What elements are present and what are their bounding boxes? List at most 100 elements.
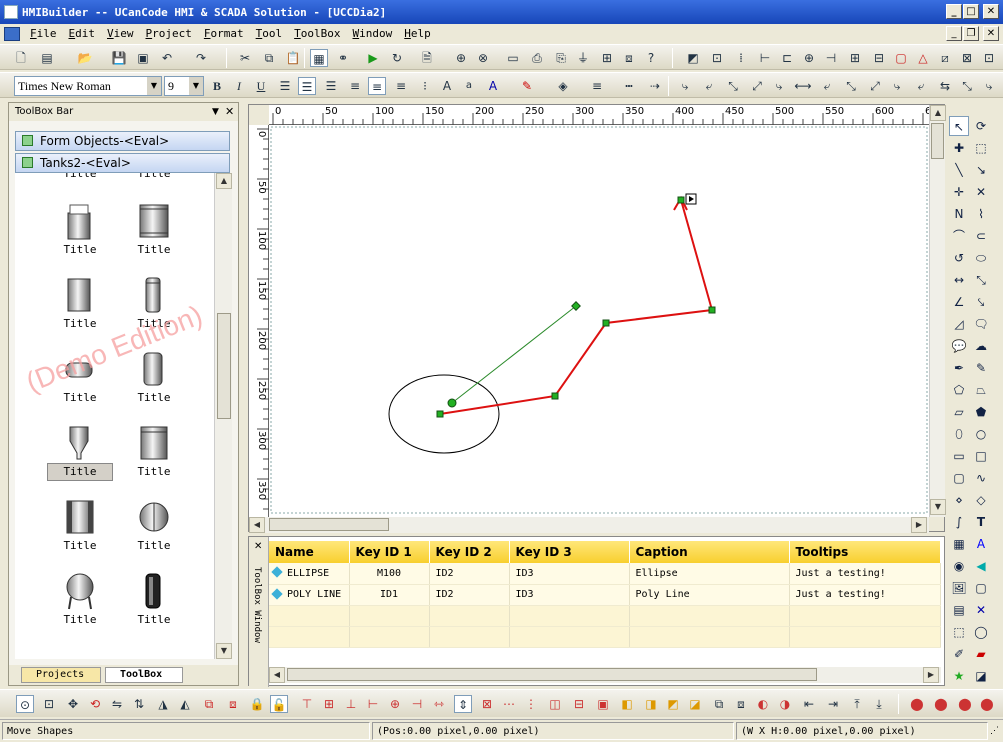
connector-5-icon[interactable]: ⤷ bbox=[770, 77, 788, 95]
align-left-edge-icon[interactable]: ⊢ bbox=[756, 49, 774, 67]
bring-front-icon[interactable]: ⧉ bbox=[200, 695, 218, 713]
menu-help[interactable]: Help bbox=[398, 27, 437, 40]
align-shape-icon[interactable]: ⊏ bbox=[778, 49, 796, 67]
toolbox-item[interactable]: Title bbox=[121, 271, 187, 343]
menu-format[interactable]: Format bbox=[198, 27, 250, 40]
import-icon[interactable]: ⊕ bbox=[452, 49, 470, 67]
crop-icon[interactable]: ⧄ bbox=[936, 49, 954, 67]
line-color-icon[interactable]: ✎ bbox=[518, 77, 536, 95]
col-key3[interactable]: Key ID 3 bbox=[509, 541, 630, 563]
vertex-handle[interactable] bbox=[677, 196, 685, 204]
panel-tool-icon[interactable]: ▤ bbox=[949, 600, 969, 620]
ring-icon[interactable]: ◯ bbox=[971, 622, 991, 642]
layout-icon[interactable]: ▦ bbox=[310, 49, 328, 67]
doc-minimize-button[interactable]: _ bbox=[946, 26, 962, 41]
connector-2-icon[interactable]: ⤶ bbox=[700, 77, 718, 95]
round-rect-icon[interactable]: ▢ bbox=[949, 468, 969, 488]
vertex-handle[interactable] bbox=[551, 392, 559, 400]
align-bottom-icon[interactable]: ⊥ bbox=[342, 695, 360, 713]
triangle-left-icon[interactable]: ◀ bbox=[971, 556, 991, 576]
category-tanks2[interactable]: Tanks2-<Eval> bbox=[15, 153, 230, 173]
edit-tool-icon[interactable]: ✐ bbox=[949, 644, 969, 664]
distribute-icon[interactable]: ⊞ bbox=[846, 49, 864, 67]
copy-icon[interactable]: ⧉ bbox=[260, 49, 278, 67]
combine-icon[interactable]: ⧉ bbox=[710, 695, 728, 713]
dashed-rect-icon[interactable]: ⬚ bbox=[949, 622, 969, 642]
col-key2[interactable]: Key ID 2 bbox=[429, 541, 510, 563]
split-icon[interactable]: ◑ bbox=[776, 695, 794, 713]
boolean-intersect-icon[interactable]: ⬤ bbox=[956, 695, 974, 713]
scroll-thumb[interactable] bbox=[269, 518, 389, 531]
empty-row[interactable] bbox=[269, 605, 941, 627]
rotate-shape-icon[interactable]: ⟲ bbox=[86, 695, 104, 713]
dimension-icon[interactable]: ↔ bbox=[949, 270, 969, 290]
layer-tool-icon[interactable]: ◪ bbox=[971, 666, 991, 686]
cell-caption[interactable]: Ellipse bbox=[629, 563, 790, 585]
doc-close-button[interactable]: ✕ bbox=[983, 26, 999, 41]
scroll-left-icon[interactable]: ◀ bbox=[269, 667, 285, 683]
valign-middle-icon[interactable]: ≡ bbox=[368, 77, 386, 95]
same-width-icon[interactable]: ⇿ bbox=[430, 695, 448, 713]
scroll-left-icon[interactable]: ◀ bbox=[249, 517, 265, 533]
arrow-style-icon[interactable]: ⇢ bbox=[646, 77, 664, 95]
scroll-right-icon[interactable]: ▶ bbox=[911, 517, 927, 533]
run-debug-icon[interactable]: ↻ bbox=[388, 49, 406, 67]
align-center-icon[interactable]: ⊕ bbox=[800, 49, 818, 67]
zoom-fit-icon[interactable]: ⊠ bbox=[958, 49, 976, 67]
menu-view[interactable]: View bbox=[101, 27, 140, 40]
mirror-2-icon[interactable]: ◭ bbox=[176, 695, 194, 713]
cut-icon[interactable]: ✂ bbox=[236, 49, 254, 67]
scroll-down-icon[interactable]: ▼ bbox=[930, 499, 946, 515]
align-right-icon[interactable]: ☰ bbox=[322, 77, 340, 95]
ellipse-tool-icon[interactable]: ⬯ bbox=[949, 424, 969, 444]
spiral-icon[interactable]: ↺ bbox=[949, 248, 969, 268]
align-center-shape-icon[interactable]: ⊕ bbox=[386, 695, 404, 713]
paste-icon[interactable]: 📋 bbox=[284, 49, 302, 67]
close-icon[interactable]: ✕ bbox=[254, 541, 262, 552]
pointer-icon[interactable]: ↖ bbox=[949, 116, 969, 136]
move-right-icon[interactable]: ⇥ bbox=[824, 695, 842, 713]
toolbox-item[interactable]: Title bbox=[121, 567, 187, 639]
align-top-icon[interactable]: ⊤ bbox=[298, 695, 316, 713]
flip-v-icon[interactable]: ⇅ bbox=[130, 695, 148, 713]
group-icon[interactable]: ⊟ bbox=[870, 49, 888, 67]
resize-grip-icon[interactable]: ⋰ bbox=[990, 726, 999, 736]
layers-icon[interactable]: ⧈ bbox=[620, 49, 638, 67]
menu-edit[interactable]: Edit bbox=[63, 27, 102, 40]
new-file-icon[interactable]: 🗋 bbox=[12, 49, 30, 67]
toolbox-scrollbar[interactable]: ▲ ▼ bbox=[214, 173, 232, 659]
parallelogram-icon[interactable]: ▱ bbox=[949, 402, 969, 422]
toolbox-item[interactable]: Title bbox=[47, 493, 113, 565]
connector-7-icon[interactable]: ⤶ bbox=[818, 77, 836, 95]
valign-bottom-icon[interactable]: ≡ bbox=[392, 77, 410, 95]
new-dropdown-icon[interactable]: ▤ bbox=[38, 49, 56, 67]
node-icon[interactable]: ⋄ bbox=[949, 490, 969, 510]
union-icon[interactable]: ◐ bbox=[754, 695, 772, 713]
lock-icon[interactable]: 🔒 bbox=[248, 695, 266, 713]
marker-icon[interactable]: ▰ bbox=[971, 644, 991, 664]
scroll-down-icon[interactable]: ▼ bbox=[216, 643, 232, 659]
scroll-up-icon[interactable]: ▲ bbox=[930, 105, 946, 121]
connector-4-icon[interactable]: ⤢ bbox=[748, 77, 766, 95]
font-color-icon[interactable]: A bbox=[484, 77, 502, 95]
snap-tool-icon[interactable]: ⊙ bbox=[16, 695, 34, 713]
scroll-thumb[interactable] bbox=[217, 313, 231, 419]
font-size-select[interactable]: 9 ▼ bbox=[164, 76, 204, 96]
filter-icon[interactable]: ⏚ bbox=[574, 49, 592, 67]
col-tooltips[interactable]: Tooltips bbox=[789, 541, 941, 563]
minimize-button[interactable]: _ bbox=[946, 4, 962, 19]
chart-tool-icon[interactable]: ▦ bbox=[949, 534, 969, 554]
window-icon[interactable]: ⊞ bbox=[598, 49, 616, 67]
freeform-icon[interactable]: ⬭ bbox=[971, 248, 991, 268]
valign-top-icon[interactable]: ≡ bbox=[346, 77, 364, 95]
scroll-thumb[interactable] bbox=[931, 123, 944, 159]
font-name-select[interactable]: Times New Roman ▼ bbox=[14, 76, 162, 96]
x-line-icon[interactable]: ✕ bbox=[971, 182, 991, 202]
dropdown-icon[interactable]: ▼ bbox=[212, 103, 219, 121]
chevron-down-icon[interactable]: ▼ bbox=[189, 77, 203, 95]
image-tool-icon[interactable]: 🖼 bbox=[949, 578, 969, 598]
bend-icon[interactable]: ⤥ bbox=[971, 292, 991, 312]
tab-toolbox[interactable]: ToolBox bbox=[105, 667, 183, 683]
connector-icon[interactable]: ⤷ bbox=[676, 77, 694, 95]
export-icon[interactable]: ⊗ bbox=[474, 49, 492, 67]
